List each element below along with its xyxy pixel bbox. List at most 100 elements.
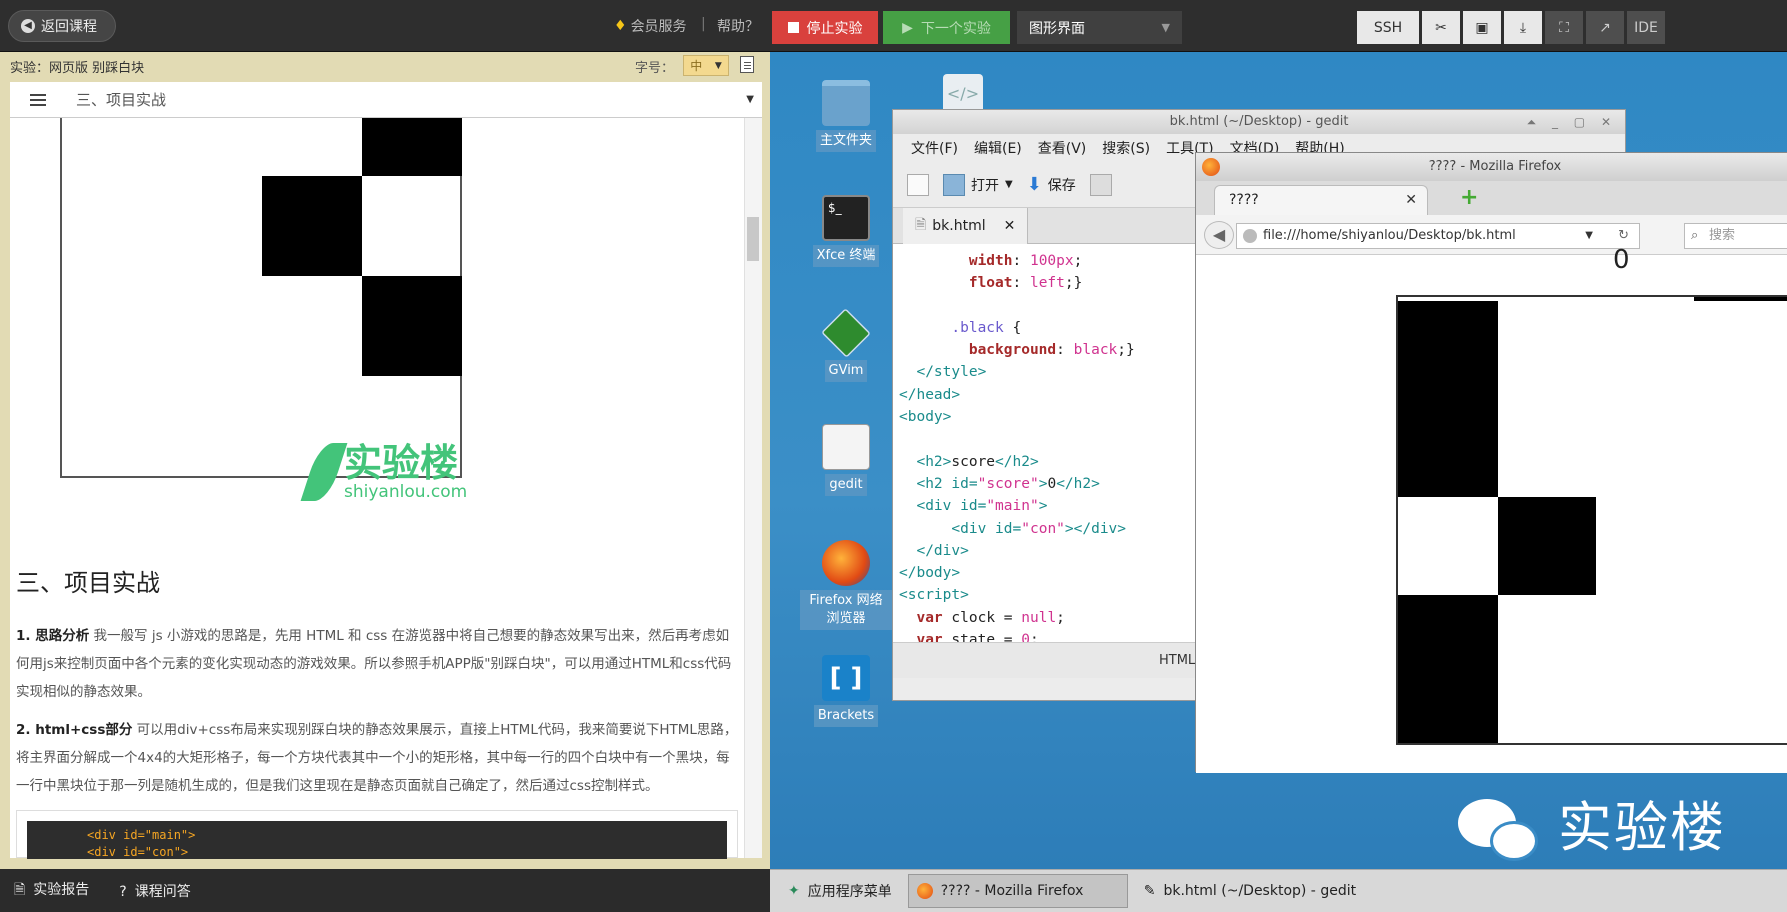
desktop-icon-home-folder[interactable]: 主文件夹 (803, 80, 889, 152)
page-viewport[interactable]: 0 (1196, 245, 1787, 773)
vim-icon (821, 308, 871, 358)
document-icon[interactable] (740, 56, 754, 73)
fullscreen-icon[interactable]: ⛶ (1545, 11, 1583, 44)
print-button[interactable] (1089, 173, 1112, 196)
terminal-icon: $_ (822, 195, 870, 241)
left-footer: 🗎 实验报告 ? 课程问答 (0, 869, 770, 912)
interface-mode-select[interactable]: 图形界面 ▼ (1017, 11, 1182, 44)
applications-menu[interactable]: ✦ 应用程序菜单 (780, 874, 900, 908)
chevron-down-icon: ▼ (1005, 179, 1013, 190)
url-bar[interactable]: file:///home/shiyanlou/Desktop/bk.html ▼… (1236, 223, 1640, 249)
black-tile (362, 276, 462, 376)
desktop-icon-label: GVim (824, 360, 868, 382)
menu-file[interactable]: 文件(F) (911, 138, 958, 158)
window-controls[interactable]: ⏶ _ ▢ ✕ (1527, 110, 1617, 134)
wechat-watermark: 实验楼 (1458, 783, 1726, 862)
search-placeholder: 搜索 (1709, 228, 1736, 243)
new-tab-icon[interactable]: + (1460, 187, 1478, 209)
menu-view[interactable]: 查看(V) (1038, 138, 1087, 158)
language-label[interactable]: HTML (1159, 653, 1195, 668)
report-button[interactable]: 🗎 实验报告 (14, 879, 89, 903)
menu-edit[interactable]: 编辑(E) (974, 138, 1022, 158)
paragraph-html-css: 2. html+css部分 可以用div+css布局来实现别踩白块的静态效果展示… (16, 716, 738, 800)
shiyanlou-watermark: 实验楼 shiyanlou.com (300, 441, 467, 501)
back-to-course-button[interactable]: ◀ 返回课程 (8, 10, 116, 42)
help-link[interactable]: 帮助？ (717, 16, 759, 36)
browser-tab-label: ???? (1229, 192, 1259, 208)
scissors-icon[interactable]: ✂ (1422, 11, 1460, 44)
black-tile[interactable] (1498, 497, 1596, 595)
desktop-icon-gvim[interactable]: GVim (803, 308, 889, 382)
font-size-value: 中 (690, 59, 703, 73)
stop-label: 停止实验 (806, 20, 863, 37)
tab-label: bk.html (932, 217, 986, 234)
back-arrow-icon[interactable]: ◀ (1204, 221, 1234, 249)
menu-search[interactable]: 搜索(S) (1102, 138, 1150, 158)
next-icon: ▶ (902, 19, 913, 36)
wechat-icon (1458, 798, 1538, 861)
gedit-titlebar[interactable]: bk.html (~/Desktop) - gedit ⏶ _ ▢ ✕ (893, 110, 1625, 134)
firefox-window[interactable]: ???? - Mozilla Firefox ???? ✕ + ◀ file:/… (1195, 152, 1787, 773)
firefox-icon (822, 540, 870, 586)
next-experiment-button[interactable]: ▶ 下一个实验 (883, 11, 1010, 44)
vip-label: 会员服务 (630, 19, 687, 35)
ide-button[interactable]: IDE (1627, 11, 1665, 44)
list-icon (30, 93, 46, 106)
toolbar-right: SSH ✂ ▣ ⤓ ⛶ ↗ IDE (1357, 11, 1665, 44)
open-button[interactable]: 打开 ▼ (943, 173, 1013, 196)
scrollbar-thumb[interactable] (747, 217, 759, 261)
table-of-contents[interactable]: 三、项目实战 ▼ (10, 82, 762, 118)
ssh-button[interactable]: SSH (1357, 11, 1419, 44)
gedit-title: bk.html (~/Desktop) - gedit (1169, 114, 1349, 129)
desktop-icon-terminal[interactable]: $_ Xfce 终端 (803, 195, 889, 267)
stop-experiment-button[interactable]: 停止实验 (772, 11, 878, 44)
game-board[interactable] (1396, 295, 1787, 745)
course-qa-button[interactable]: ? 课程问答 (119, 881, 190, 901)
desktop-icon-gedit[interactable]: gedit (803, 424, 889, 496)
desktop-icon-brackets[interactable]: [ ] Brackets (803, 655, 889, 727)
task-firefox[interactable]: ???? - Mozilla Firefox (907, 874, 1128, 908)
folder-icon (943, 173, 965, 196)
score-value: 0 (1613, 245, 1630, 275)
desktop-icon-firefox[interactable]: Firefox 网络浏览器 (798, 540, 894, 630)
firefox-title: ???? - Mozilla Firefox (1428, 159, 1562, 174)
search-box[interactable]: ⌕ 搜索 (1684, 223, 1787, 249)
watermark-cn: 实验楼 (344, 441, 459, 485)
browser-tab[interactable]: ???? ✕ (1214, 185, 1428, 215)
folder-icon (822, 80, 870, 126)
black-tile[interactable] (1398, 595, 1498, 743)
task-gedit[interactable]: ✎ bk.html (~/Desktop) - gedit (1136, 874, 1364, 908)
chevron-down-icon[interactable]: ▼ (1585, 224, 1593, 248)
firefox-icon (916, 883, 933, 899)
xfce-logo-icon: ✦ (788, 883, 800, 899)
new-file-button[interactable] (907, 173, 929, 196)
open-label: 打开 (971, 177, 999, 194)
chevron-down-icon: ▼ (746, 94, 754, 105)
desktop-icon-label: Brackets (813, 705, 879, 727)
screen-share-icon[interactable]: ▣ (1463, 11, 1501, 44)
save-button[interactable]: ⬇ 保存 (1027, 174, 1076, 195)
firefox-titlebar[interactable]: ???? - Mozilla Firefox (1196, 153, 1787, 181)
wechat-watermark-text: 实验楼 (1558, 796, 1726, 859)
close-icon[interactable]: ✕ (1004, 218, 1016, 234)
code-block: <div id="main"> <div id="con"> (16, 810, 738, 859)
firefox-tabbar: ???? ✕ + (1196, 181, 1787, 215)
desktop-icon-label: 主文件夹 (815, 130, 876, 152)
close-icon[interactable]: ✕ (1405, 186, 1417, 214)
black-tile[interactable] (1398, 301, 1498, 497)
brackets-icon: [ ] (822, 655, 870, 701)
save-label: 保存 (1047, 177, 1076, 194)
topbar-separator: | (701, 16, 706, 32)
code-file-icon: </> (943, 74, 983, 114)
black-tile[interactable] (1694, 297, 1787, 301)
firefox-navbar: ◀ file:///home/shiyanlou/Desktop/bk.html… (1196, 215, 1787, 255)
font-size-select[interactable]: 中 ▼ (683, 55, 729, 76)
tab-bk-html[interactable]: 🗎 bk.html ✕ (903, 207, 1029, 244)
external-link-icon[interactable]: ↗ (1586, 11, 1624, 44)
vip-service-link[interactable]: ♦ 会员服务 (614, 16, 687, 36)
taskbar: ✦ 应用程序菜单 ???? - Mozilla Firefox ✎ bk.htm… (770, 869, 1787, 912)
experiment-title: 实验：网页版 别踩白块 (10, 61, 145, 76)
download-icon[interactable]: ⤓ (1504, 11, 1542, 44)
text-editor-icon (822, 424, 870, 470)
black-tile (362, 118, 462, 176)
